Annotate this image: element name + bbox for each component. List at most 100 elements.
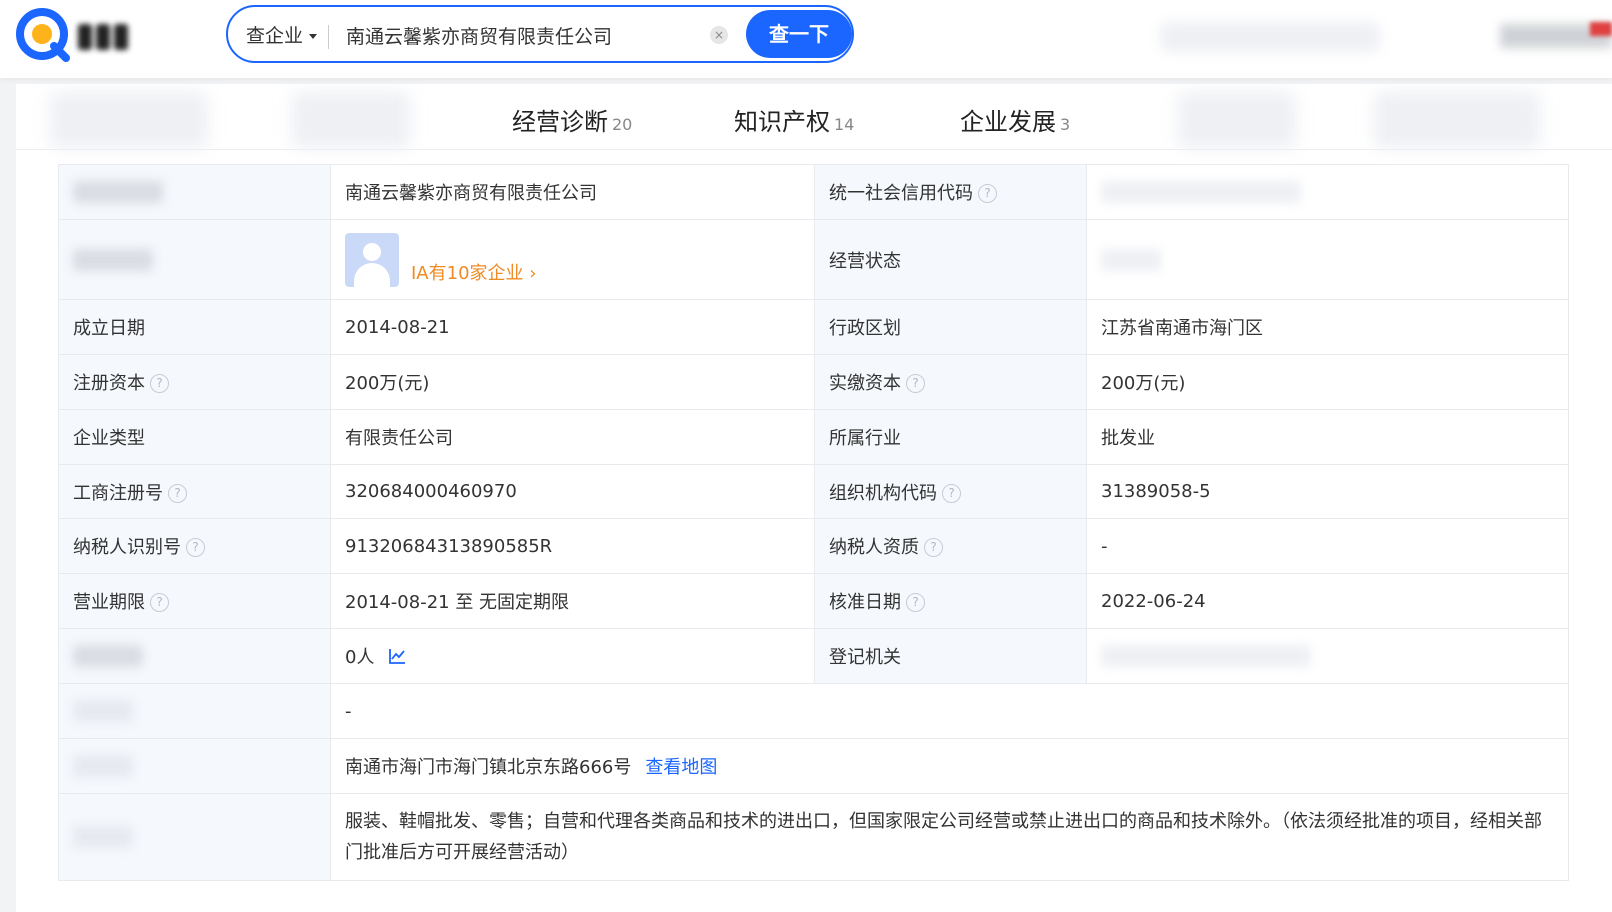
caret-down-icon bbox=[309, 34, 318, 39]
reg-authority-label: 登记机关 bbox=[814, 628, 1087, 684]
chevron-right-icon: › bbox=[529, 262, 537, 284]
site-logo[interactable] bbox=[14, 8, 144, 62]
table-row: 企业类型 有限责任公司 所属行业 批发业 bbox=[58, 409, 1569, 465]
legal-rep-label-blurred bbox=[58, 219, 331, 300]
taxpayer-qual: - bbox=[1086, 518, 1569, 574]
search-button[interactable]: 查一下 bbox=[746, 10, 852, 58]
type-label: 企业类型 bbox=[58, 409, 331, 465]
table-row: 成立日期 2014-08-21 行政区划 江苏省南通市海门区 bbox=[58, 299, 1569, 355]
reg-authority-blurred bbox=[1086, 628, 1569, 684]
help-icon[interactable]: ? bbox=[186, 538, 205, 557]
table-row: 南通市海门市海门镇北京东路666号 查看地图 bbox=[58, 738, 1569, 794]
top-header: 查企业 × 查一下 bbox=[0, 0, 1612, 78]
biz-term: 2014-08-21 至 无固定期限 bbox=[330, 573, 815, 629]
found-date: 2014-08-21 bbox=[330, 299, 815, 355]
blurred-value bbox=[1101, 181, 1301, 203]
help-icon[interactable]: ? bbox=[924, 538, 943, 557]
blurred-label bbox=[73, 826, 133, 848]
reg-capital-label: 注册资本 bbox=[73, 373, 145, 394]
label-cell-blurred bbox=[58, 164, 331, 220]
table-row: 注册资本? 200万(元) 实缴资本? 200万(元) bbox=[58, 354, 1569, 410]
search-bar: 查企业 × 查一下 bbox=[226, 5, 854, 63]
tab-count: 20 bbox=[612, 115, 633, 134]
blurred-label bbox=[73, 645, 143, 667]
biz-reg-no: 320684000460970 bbox=[330, 464, 815, 519]
company-type: 有限责任公司 bbox=[330, 409, 815, 465]
tab-count: 3 bbox=[1060, 115, 1071, 134]
reg-capital: 200万(元) bbox=[330, 354, 815, 410]
avatar[interactable] bbox=[345, 232, 399, 287]
tab-label: 企业发展 bbox=[960, 108, 1056, 136]
divider bbox=[328, 25, 329, 49]
paid-capital: 200万(元) bbox=[1086, 354, 1569, 410]
tab-bar: 经营诊断 20 知识产权 14 企业发展 3 bbox=[16, 84, 1612, 150]
table-row: 南通云馨紫亦商贸有限责任公司 统一社会信用代码? bbox=[58, 164, 1569, 220]
biz-term-label: 营业期限 bbox=[73, 592, 145, 613]
table-row: 0人 登记机关 bbox=[58, 628, 1569, 684]
taxpayer-qual-label: 纳税人资质 bbox=[829, 537, 919, 558]
clear-icon[interactable]: × bbox=[710, 26, 728, 44]
tab-development[interactable]: 企业发展 3 bbox=[960, 102, 1070, 137]
blurred-label bbox=[73, 700, 133, 722]
header-blurred-area bbox=[1160, 22, 1380, 52]
industry-label: 所属行业 bbox=[814, 409, 1087, 465]
org-code: 31389058-5 bbox=[1086, 464, 1569, 519]
address-label-blurred bbox=[58, 738, 331, 794]
tab-count: 14 bbox=[834, 115, 855, 134]
credit-code-label: 统一社会信用代码 bbox=[829, 183, 973, 204]
blurred-label bbox=[73, 248, 153, 271]
tab-label: 知识产权 bbox=[734, 108, 830, 136]
staff-label-blurred bbox=[58, 628, 331, 684]
address-cell: 南通市海门市海门镇北京东路666号 查看地图 bbox=[330, 738, 1569, 794]
tab-diagnosis[interactable]: 经营诊断 20 bbox=[512, 102, 632, 137]
found-date-label: 成立日期 bbox=[58, 299, 331, 355]
trend-chart-icon[interactable] bbox=[388, 647, 406, 665]
address: 南通市海门市海门镇北京东路666号 bbox=[345, 757, 632, 778]
help-icon[interactable]: ? bbox=[942, 483, 961, 503]
taxpayer-qual-label-cell: 纳税人资质? bbox=[814, 518, 1087, 574]
biz-reg-no-label-cell: 工商注册号? bbox=[58, 464, 331, 519]
business-info-table: 南通云馨紫亦商贸有限责任公司 统一社会信用代码? IA有10家企业 › 经营状态… bbox=[58, 164, 1569, 881]
staff-cell: 0人 bbox=[330, 628, 815, 684]
help-icon[interactable]: ? bbox=[168, 483, 187, 503]
view-map-link[interactable]: 查看地图 bbox=[645, 757, 717, 778]
rep-companies-text: IA有10家企业 bbox=[411, 262, 524, 284]
company-name: 南通云馨紫亦商贸有限责任公司 bbox=[330, 164, 815, 220]
staff-count: 0人 bbox=[345, 647, 375, 668]
tab-blurred[interactable] bbox=[50, 92, 208, 148]
tab-blurred[interactable] bbox=[1178, 92, 1296, 148]
approval-date: 2022-06-24 bbox=[1086, 573, 1569, 629]
help-icon[interactable]: ? bbox=[978, 184, 997, 203]
paid-capital-label: 实缴资本 bbox=[829, 373, 901, 394]
credit-code-label-cell: 统一社会信用代码? bbox=[814, 164, 1087, 220]
table-row: 工商注册号? 320684000460970 组织机构代码? 31389058-… bbox=[58, 464, 1569, 519]
help-icon[interactable]: ? bbox=[150, 374, 169, 393]
help-icon[interactable]: ? bbox=[150, 593, 169, 612]
logo-q-icon bbox=[16, 8, 70, 62]
region: 江苏省南通市海门区 bbox=[1086, 299, 1569, 355]
tab-label: 经营诊断 bbox=[512, 108, 608, 136]
search-input[interactable] bbox=[346, 19, 686, 51]
help-icon[interactable]: ? bbox=[906, 593, 925, 612]
table-row: - bbox=[58, 683, 1569, 739]
help-icon[interactable]: ? bbox=[906, 374, 925, 393]
logo-text-blurred bbox=[78, 24, 148, 50]
rep-companies-link[interactable]: IA有10家企业 › bbox=[411, 263, 536, 284]
org-code-label-cell: 组织机构代码? bbox=[814, 464, 1087, 519]
org-code-label: 组织机构代码 bbox=[829, 482, 937, 504]
approval-date-label: 核准日期 bbox=[829, 592, 901, 613]
business-scope: 服装、鞋帽批发、零售；自营和代理各类商品和技术的进出口，但国家限定公司经营或禁止… bbox=[330, 793, 1569, 881]
search-type-select[interactable]: 查企业 bbox=[246, 21, 318, 48]
tab-blurred[interactable] bbox=[1374, 92, 1540, 148]
tab-blurred[interactable] bbox=[292, 92, 410, 148]
region-label: 行政区划 bbox=[814, 299, 1087, 355]
tab-ip[interactable]: 知识产权 14 bbox=[734, 102, 854, 137]
former-name-label-blurred bbox=[58, 683, 331, 739]
status-label: 经营状态 bbox=[814, 219, 1087, 300]
table-row: IA有10家企业 › 经营状态 bbox=[58, 219, 1569, 300]
notification-badge bbox=[1590, 22, 1612, 36]
blurred-value bbox=[1101, 248, 1161, 271]
taxpayer-id-label: 纳税人识别号 bbox=[73, 537, 181, 558]
biz-reg-no-label: 工商注册号 bbox=[73, 482, 163, 504]
scope-label-blurred bbox=[58, 793, 331, 881]
